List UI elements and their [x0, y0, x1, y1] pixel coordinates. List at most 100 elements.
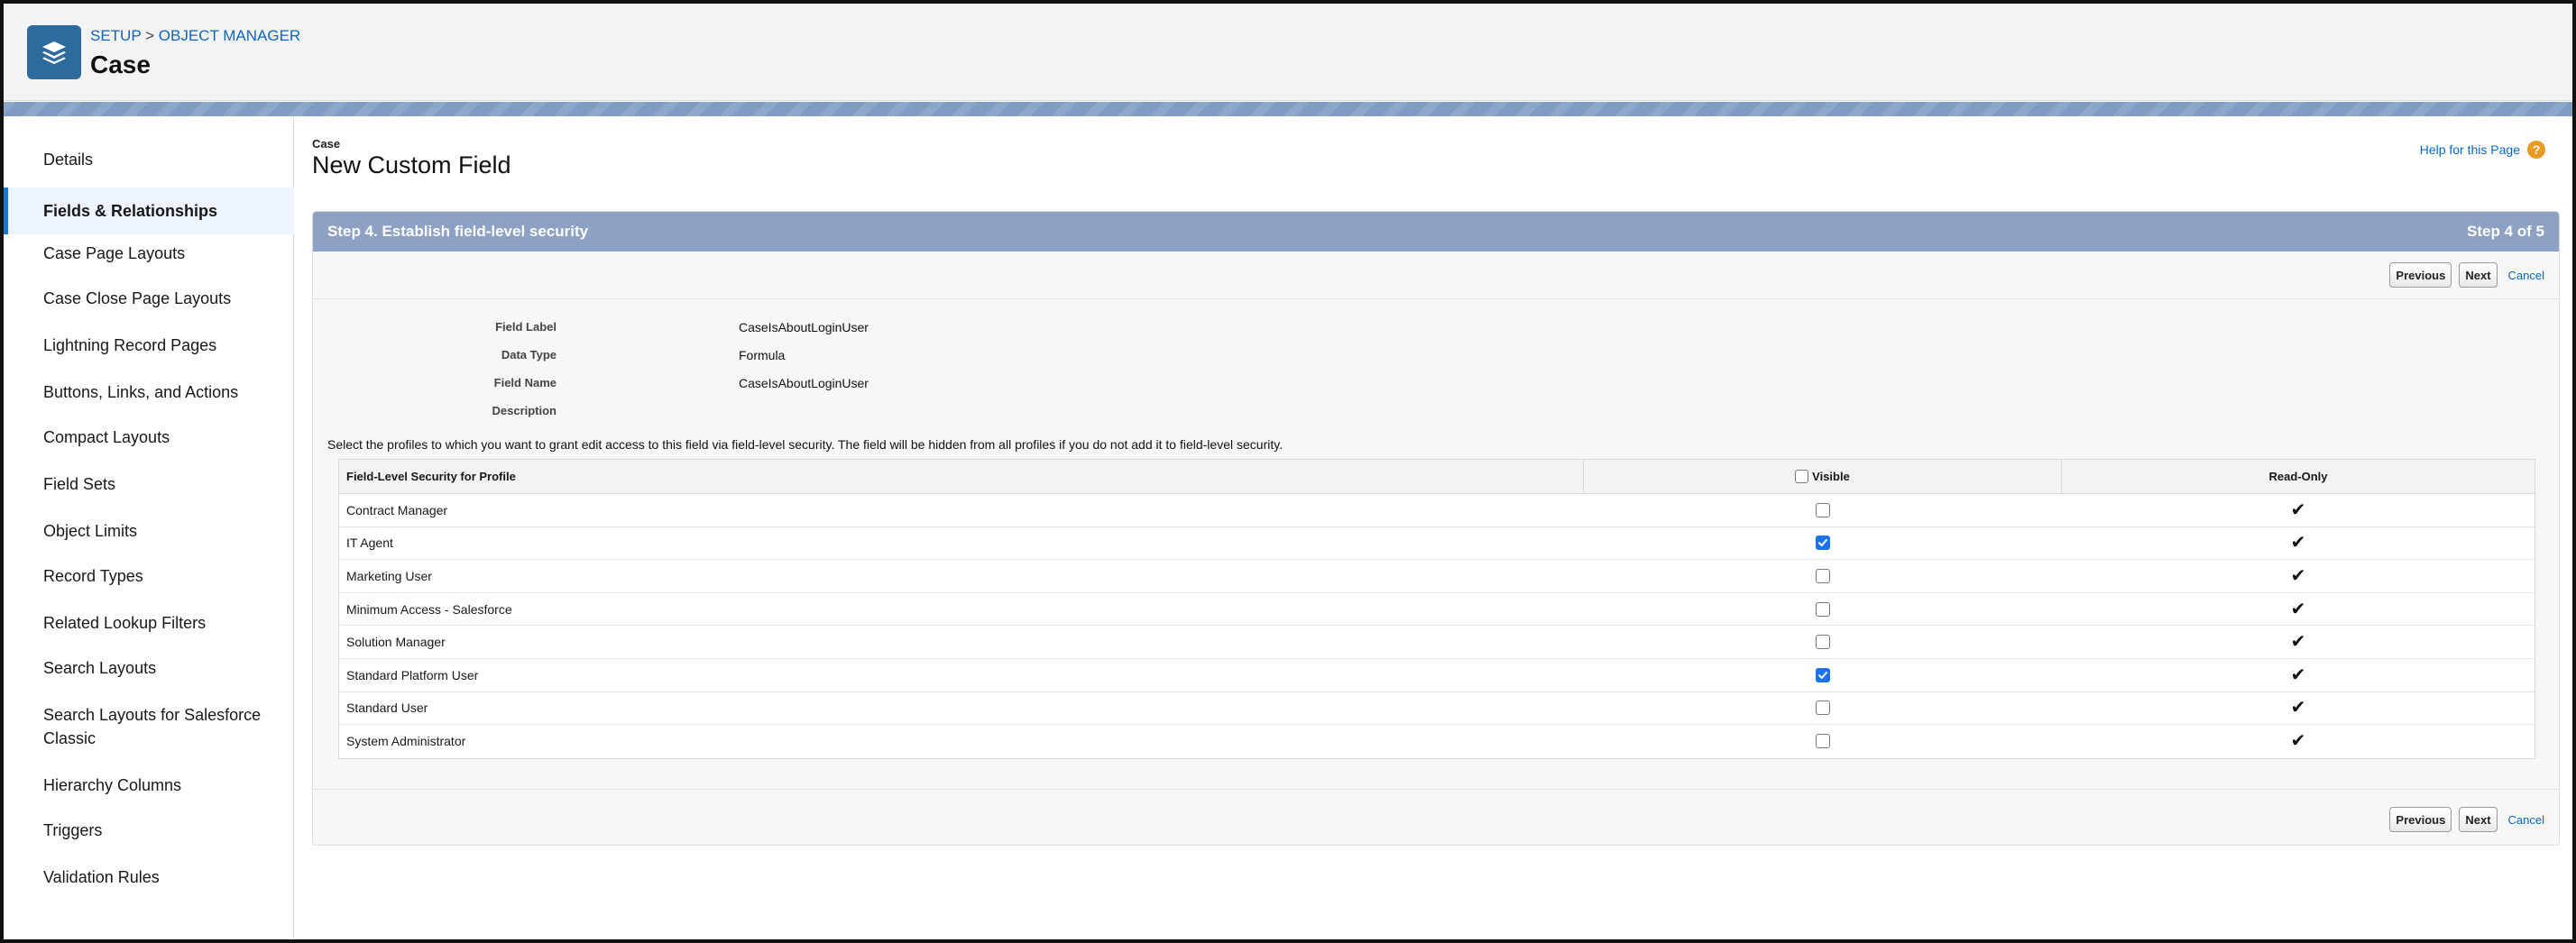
data-type-label: Data Type — [501, 348, 557, 362]
main-content: Case New Custom Field Help for this Page… — [294, 117, 2572, 939]
object-label: Case — [312, 137, 341, 151]
sidebar-item-case-page-layouts[interactable]: Case Page Layouts — [4, 242, 294, 265]
sidebar-item-buttons-links-actions[interactable]: Buttons, Links, and Actions — [4, 380, 294, 404]
read-only-check-icon: ✔ — [2290, 664, 2306, 685]
field-name-row: Field Name CaseIsAboutLoginUser — [313, 376, 1395, 394]
sidebar-item-object-limits[interactable]: Object Limits — [4, 519, 294, 543]
bottom-button-row: Previous Next Cancel — [2389, 807, 2544, 832]
field-name-value: CaseIsAboutLoginUser — [739, 376, 869, 390]
table-row: Solution Manager ✔ — [339, 626, 2535, 659]
table-row: Standard User ✔ — [339, 692, 2535, 726]
visible-checkbox[interactable] — [1816, 536, 1830, 551]
sidebar-item-case-close-page-layouts[interactable]: Case Close Page Layouts — [4, 287, 294, 310]
check-icon — [1818, 671, 1827, 679]
visible-cell — [1584, 494, 2062, 526]
next-button-bottom[interactable]: Next — [2459, 807, 2498, 832]
visible-checkbox[interactable] — [1816, 568, 1830, 583]
help-link[interactable]: Help for this Page ? — [2420, 141, 2545, 159]
read-only-cell: ✔ — [2062, 527, 2535, 560]
visible-checkbox[interactable] — [1816, 667, 1830, 682]
table-row: Contract Manager ✔ — [339, 494, 2535, 527]
profile-name: Standard User — [346, 700, 428, 716]
description-label: Description — [492, 404, 557, 417]
profile-name: Solution Manager — [346, 635, 446, 650]
visible-checkbox[interactable] — [1816, 700, 1830, 716]
visible-cell — [1584, 560, 2062, 592]
column-header-visible-label: Visible — [1812, 470, 1850, 483]
read-only-cell: ✔ — [2062, 692, 2535, 725]
sidebar-item-validation-rules[interactable]: Validation Rules — [4, 865, 294, 889]
table-header-row: Field-Level Security for Profile Visible… — [339, 460, 2535, 494]
breadcrumb: SETUP > OBJECT MANAGER — [90, 27, 300, 45]
wizard-panel: Step 4. Establish field-level security S… — [312, 211, 2560, 846]
table-row: IT Agent ✔ — [339, 527, 2535, 561]
column-header-profile: Field-Level Security for Profile — [339, 460, 1584, 493]
visible-checkbox[interactable] — [1816, 502, 1830, 517]
read-only-check-icon: ✔ — [2290, 499, 2306, 520]
breadcrumb-object-manager[interactable]: OBJECT MANAGER — [159, 27, 300, 44]
sidebar-item-compact-layouts[interactable]: Compact Layouts — [4, 426, 294, 449]
visible-cell — [1584, 626, 2062, 658]
sidebar-item-search-layouts[interactable]: Search Layouts — [4, 656, 294, 680]
divider — [313, 298, 2559, 299]
object-title: Case — [90, 50, 151, 78]
sidebar-item-field-sets[interactable]: Field Sets — [4, 472, 294, 496]
read-only-cell: ✔ — [2062, 659, 2535, 691]
layers-icon — [27, 25, 81, 79]
sidebar-item-record-types[interactable]: Record Types — [4, 564, 294, 588]
profile-name: System Administrator — [346, 734, 466, 749]
table-row: System Administrator ✔ — [339, 725, 2535, 758]
page-title: New Custom Field — [312, 151, 511, 179]
field-label-value: CaseIsAboutLoginUser — [739, 320, 869, 334]
column-header-read-only: Read-Only — [2268, 470, 2328, 483]
visible-cell — [1584, 692, 2062, 725]
instructions-text: Select the profiles to which you want to… — [327, 437, 1283, 452]
sidebar-item-search-layouts-classic[interactable]: Search Layouts for Salesforce Classic — [4, 703, 283, 750]
cancel-link-top[interactable]: Cancel — [2508, 269, 2544, 282]
data-type-value: Formula — [739, 348, 786, 362]
step-title: Step 4. Establish field-level security — [327, 223, 589, 240]
sidebar-item-triggers[interactable]: Triggers — [4, 819, 294, 842]
profile-name: Contract Manager — [346, 502, 448, 517]
table-row: Marketing User ✔ — [339, 560, 2535, 593]
sidebar-item-lightning-record-pages[interactable]: Lightning Record Pages — [4, 334, 294, 357]
visible-cell — [1584, 659, 2062, 691]
breadcrumb-setup[interactable]: SETUP — [90, 27, 141, 44]
read-only-cell: ✔ — [2062, 626, 2535, 658]
sidebar-item-related-lookup-filters[interactable]: Related Lookup Filters — [4, 611, 294, 635]
read-only-cell: ✔ — [2062, 725, 2535, 758]
visible-cell — [1584, 527, 2062, 560]
sidebar-item-fields-relationships[interactable]: Fields & Relationships — [4, 188, 294, 234]
divider — [313, 789, 2559, 790]
visible-checkbox[interactable] — [1816, 635, 1830, 650]
profile-name: Marketing User — [346, 568, 432, 583]
table-row: Standard Platform User ✔ — [339, 659, 2535, 692]
visible-checkbox[interactable] — [1816, 601, 1830, 617]
cancel-link-bottom[interactable]: Cancel — [2508, 813, 2544, 827]
visible-cell — [1584, 593, 2062, 626]
decorative-banner — [4, 102, 2572, 116]
table-body: Contract Manager ✔ IT Agent ✔ Marketing User… — [339, 494, 2535, 758]
app-window: SETUP > OBJECT MANAGER Case Details Fiel… — [0, 0, 2576, 943]
field-level-security-table: Field-Level Security for Profile Visible… — [338, 459, 2535, 759]
visible-cell — [1584, 725, 2062, 758]
breadcrumb-separator: > — [145, 27, 155, 44]
field-name-label: Field Name — [493, 376, 557, 389]
field-label-label: Field Label — [495, 320, 557, 334]
previous-button-bottom[interactable]: Previous — [2389, 807, 2452, 832]
sidebar: Details Fields & Relationships Case Page… — [4, 117, 294, 939]
next-button-top[interactable]: Next — [2459, 262, 2498, 288]
read-only-check-icon: ✔ — [2290, 599, 2306, 619]
read-only-check-icon: ✔ — [2290, 632, 2306, 653]
sidebar-item-details[interactable]: Details — [4, 148, 294, 171]
read-only-check-icon: ✔ — [2290, 698, 2306, 719]
previous-button-top[interactable]: Previous — [2389, 262, 2452, 288]
help-link-label[interactable]: Help for this Page — [2420, 142, 2520, 157]
sidebar-item-hierarchy-columns[interactable]: Hierarchy Columns — [4, 774, 294, 797]
step-counter: Step 4 of 5 — [2467, 223, 2544, 240]
profile-name: IT Agent — [346, 536, 393, 551]
select-all-visible-checkbox[interactable] — [1795, 470, 1809, 483]
question-icon[interactable]: ? — [2527, 141, 2545, 159]
step-header: Step 4. Establish field-level security S… — [313, 212, 2559, 252]
visible-checkbox[interactable] — [1816, 734, 1830, 749]
